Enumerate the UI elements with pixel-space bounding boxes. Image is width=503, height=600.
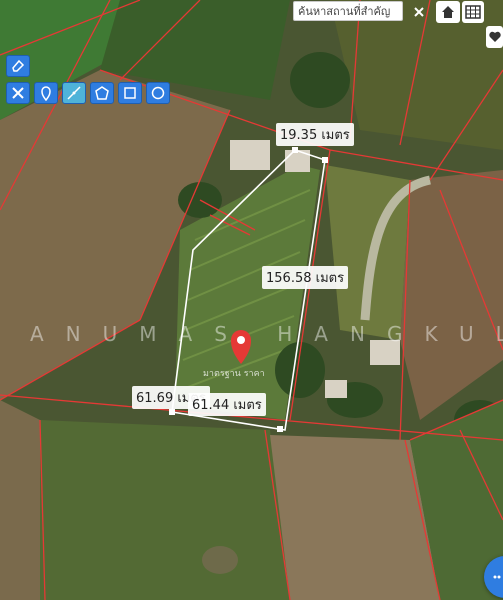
measure-right-edge: 156.58 เมตร [262, 266, 349, 289]
rectangle-tool-icon [124, 87, 136, 99]
pin-label: มาตรฐาน ราคา [203, 369, 265, 379]
dots-icon [493, 575, 501, 579]
eraser-button[interactable] [6, 55, 30, 77]
search-input[interactable] [293, 1, 403, 21]
line-tool-icon [67, 86, 81, 100]
grid-button[interactable] [462, 1, 484, 23]
favorite-button[interactable] [486, 26, 503, 48]
watermark-text: ANUMAS HANGKUL [30, 322, 503, 346]
polygon-tool-button[interactable] [90, 82, 114, 104]
line-tool-button[interactable] [62, 82, 86, 104]
heart-icon [488, 31, 501, 42]
home-icon [442, 6, 454, 18]
marker-icon [41, 86, 51, 101]
measure-bottom-edge: 61.44 เมตร [188, 393, 266, 416]
close-icon [414, 7, 424, 17]
field-lower-middle [40, 420, 290, 600]
grid-icon [465, 5, 481, 19]
clear-search-button[interactable] [406, 1, 432, 23]
circle-tool-icon [151, 86, 165, 100]
field-lower-left [0, 400, 40, 600]
polygon-tool-icon [95, 86, 109, 100]
clear-tools-button[interactable] [6, 82, 30, 104]
measure-top-edge: 19.35 เมตร [276, 123, 354, 146]
home-button[interactable] [436, 1, 460, 23]
rectangle-tool-button[interactable] [118, 82, 142, 104]
pond [202, 546, 238, 574]
clear-tools-icon [12, 87, 24, 99]
marker-tool-button[interactable] [34, 82, 58, 104]
circle-tool-button[interactable] [146, 82, 170, 104]
eraser-icon [12, 59, 25, 72]
